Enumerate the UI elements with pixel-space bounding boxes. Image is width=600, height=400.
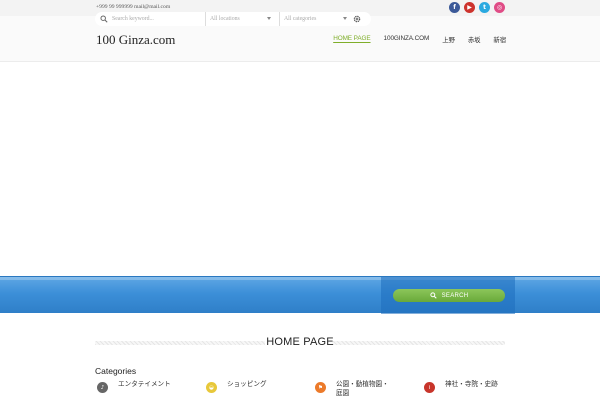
hero-map-area[interactable]	[0, 63, 600, 276]
category-select-value: All categories	[284, 16, 317, 22]
category-select[interactable]: All categories	[279, 12, 351, 26]
search-button[interactable]: SEARCH	[393, 289, 505, 302]
search-band	[0, 276, 600, 314]
chevron-down-icon	[267, 17, 271, 20]
search-form: Search keyword... All locations All cate…	[95, 12, 371, 26]
nav-item-shinjuku[interactable]: 新宿	[493, 35, 506, 44]
park-icon: ⚑	[315, 382, 326, 393]
search-icon	[429, 292, 437, 299]
contact-info: +999 99 999999 mail@mail.com	[96, 4, 171, 10]
dribbble-icon[interactable]: ◎	[494, 2, 505, 13]
shopping-icon: ◒	[206, 382, 217, 393]
page-title: HOME PAGE	[266, 336, 334, 348]
category-item-parks[interactable]: ⚑ 公園・動植物園・庭園	[315, 380, 392, 398]
search-button-label: SEARCH	[441, 292, 469, 299]
social-links: f ▶ t ◎	[449, 2, 505, 13]
category-item-shrines[interactable]: i 神社・寺院・史跡	[424, 380, 515, 393]
category-label: ショッピング	[227, 380, 267, 388]
nav-item-ueno[interactable]: 上野	[442, 35, 455, 44]
page: +999 99 999999 mail@mail.com f ▶ t ◎ 100…	[0, 0, 600, 400]
category-item-shopping[interactable]: ◒ ショッピング	[206, 380, 297, 393]
nav-item-100ginza[interactable]: 100GINZA.COM	[384, 35, 430, 44]
twitter-icon[interactable]: t	[479, 2, 490, 13]
shrine-icon: i	[424, 382, 435, 393]
nav-item-home-page[interactable]: HOME PAGE	[333, 35, 370, 44]
nav-item-akasaka[interactable]: 赤坂	[468, 35, 481, 44]
entertainment-icon: ♪	[97, 382, 108, 393]
category-label: 神社・寺院・史跡	[445, 380, 498, 388]
search-icon	[100, 15, 108, 23]
page-title-row: HOME PAGE	[95, 336, 505, 350]
keyword-input[interactable]: Search keyword...	[112, 12, 200, 26]
category-item-entertainment[interactable]: ♪ エンタテイメント	[97, 380, 188, 393]
categories-heading: Categories	[95, 366, 137, 376]
location-select[interactable]: All locations	[205, 12, 275, 26]
category-label: 公園・動植物園・庭園	[336, 380, 389, 397]
site-logo[interactable]: 100 Ginza.com	[96, 32, 175, 48]
facebook-icon[interactable]: f	[449, 2, 460, 13]
chevron-down-icon	[343, 17, 347, 20]
location-select-value: All locations	[210, 16, 240, 22]
category-label: エンタテイメント	[118, 380, 171, 388]
gear-icon[interactable]	[353, 15, 361, 23]
youtube-icon[interactable]: ▶	[464, 2, 475, 13]
main-nav: HOME PAGE 100GINZA.COM 上野 赤坂 新宿	[333, 35, 506, 44]
